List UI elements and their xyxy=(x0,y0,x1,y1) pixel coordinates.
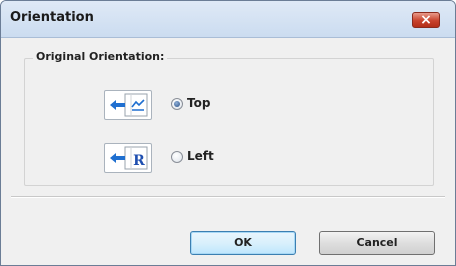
orientation-left-icon[interactable]: R xyxy=(104,143,152,173)
letter-r-glyph: R xyxy=(133,153,145,169)
close-button[interactable]: × xyxy=(412,12,440,28)
group-label: Original Orientation: xyxy=(33,50,168,63)
orientation-dialog: Orientation × Original Orientation: Top xyxy=(0,0,456,266)
orientation-top-icon[interactable] xyxy=(104,90,152,120)
dialog-title: Orientation xyxy=(10,10,94,25)
left-radio-label[interactable]: Left xyxy=(187,149,214,163)
divider xyxy=(11,196,445,198)
ok-button[interactable]: OK xyxy=(190,231,296,255)
top-radio[interactable] xyxy=(171,98,183,110)
top-radio-label[interactable]: Top xyxy=(187,96,210,110)
dialog-body: Original Orientation: Top R Left OK Canc… xyxy=(1,38,455,265)
left-radio[interactable] xyxy=(171,151,183,163)
cancel-button[interactable]: Cancel xyxy=(319,231,435,255)
title-bar: Orientation × xyxy=(1,1,455,38)
close-icon[interactable]: × xyxy=(413,11,439,29)
original-orientation-group: Original Orientation: Top R Left xyxy=(24,50,434,186)
